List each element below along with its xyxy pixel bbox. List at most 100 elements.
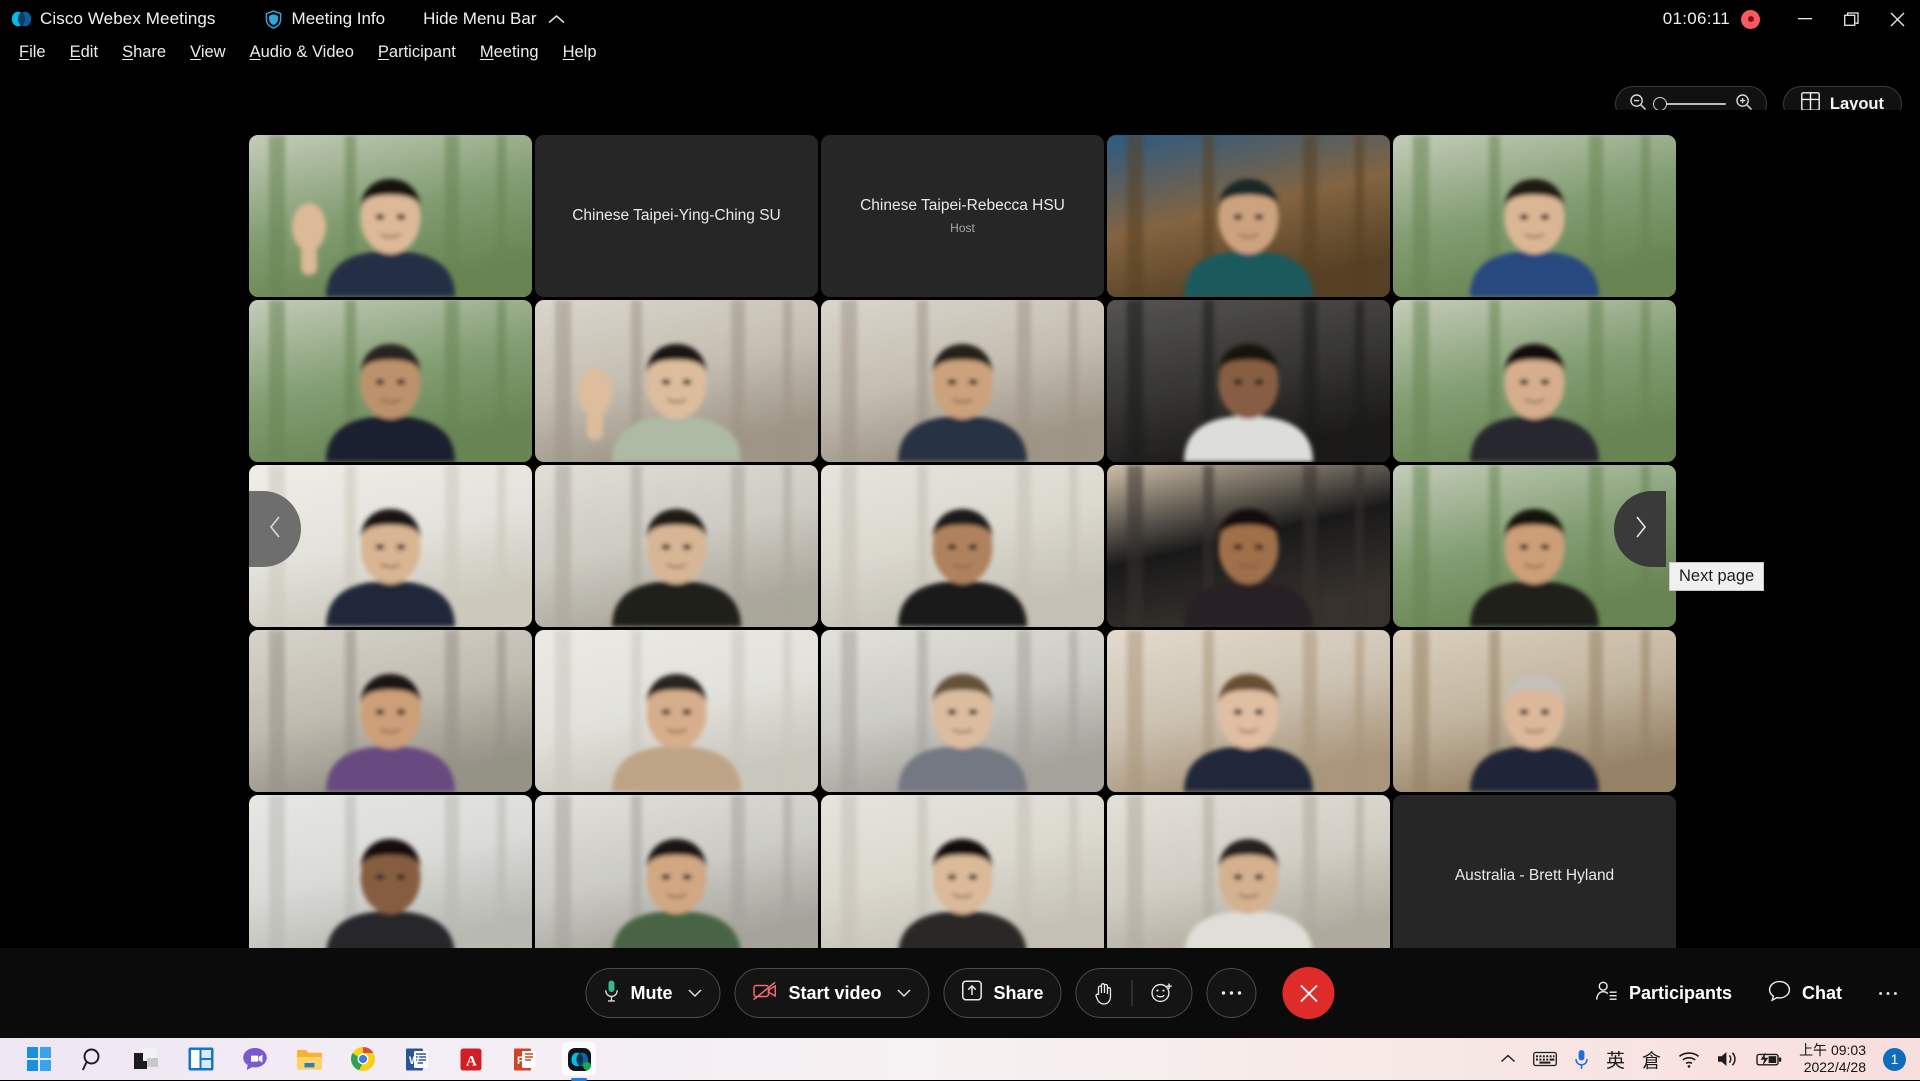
participant-tile[interactable] <box>1393 135 1676 297</box>
restore-button[interactable] <box>1828 0 1874 38</box>
participants-icon <box>1595 980 1618 1007</box>
participant-video <box>1107 135 1390 297</box>
participant-tile[interactable] <box>249 135 532 297</box>
mute-options-chevron-down-icon[interactable] <box>687 988 702 998</box>
ime-mode-indicator[interactable]: 英 <box>1606 1046 1625 1073</box>
participant-tile[interactable] <box>1107 300 1390 462</box>
menu-help[interactable]: Help <box>552 41 608 64</box>
powerpoint-button[interactable]: P <box>508 1042 542 1076</box>
raise-hand-button[interactable] <box>1077 968 1132 1018</box>
video-stage: Chinese Taipei-Ying-Ching SU Chinese Taip… <box>0 110 1920 957</box>
webex-button[interactable] <box>562 1042 596 1081</box>
participant-tile[interactable] <box>821 300 1104 462</box>
ime-method-indicator[interactable]: 倉 <box>1642 1046 1661 1073</box>
participant-tile[interactable]: Chinese Taipei-Rebecca HSU Host <box>821 135 1104 297</box>
chat-label: Chat <box>1802 982 1842 1003</box>
system-tray: 英 倉 上午 09:03 2022/4/28 1 <box>1500 1042 1906 1076</box>
participant-video <box>535 630 818 792</box>
menu-meeting[interactable]: Meeting <box>469 41 550 64</box>
menu-audio-video[interactable]: Audio & Video <box>239 41 365 64</box>
participant-tile[interactable] <box>249 630 532 792</box>
participant-video <box>249 300 532 462</box>
participant-name: Chinese Taipei-Ying-Ching SU <box>572 207 781 224</box>
volume-icon[interactable] <box>1717 1050 1739 1068</box>
chevron-up-icon <box>547 14 566 25</box>
participant-tile[interactable] <box>1107 630 1390 792</box>
participant-tile[interactable] <box>821 795 1104 957</box>
close-button[interactable] <box>1874 0 1920 38</box>
more-panels-button[interactable] <box>1878 991 1898 996</box>
menu-view[interactable]: View <box>179 41 236 64</box>
menu-share[interactable]: Share <box>111 41 177 64</box>
participant-tile[interactable] <box>1393 630 1676 792</box>
participant-video <box>535 465 818 627</box>
share-screen-icon <box>962 980 983 1006</box>
participant-tile[interactable] <box>821 465 1104 627</box>
end-meeting-button[interactable] <box>1282 967 1335 1019</box>
participant-tile[interactable]: Australia - Brett Hyland <box>1393 795 1676 957</box>
chat-button[interactable]: Chat <box>1768 980 1842 1007</box>
participant-tile[interactable] <box>535 465 818 627</box>
participant-video <box>821 795 1104 957</box>
mute-label: Mute <box>630 982 673 1003</box>
participant-tile[interactable] <box>1107 135 1390 297</box>
menu-participant[interactable]: Participant <box>367 41 467 64</box>
participant-video <box>821 630 1104 792</box>
participants-button[interactable]: Participants <box>1595 980 1732 1007</box>
participant-tile[interactable] <box>821 630 1104 792</box>
participant-video <box>1107 630 1390 792</box>
participant-video <box>1393 300 1676 462</box>
touch-keyboard-icon[interactable] <box>1533 1051 1557 1067</box>
wifi-icon[interactable] <box>1678 1051 1700 1068</box>
start-button[interactable] <box>22 1042 56 1076</box>
app-title: Cisco Webex Meetings <box>40 9 216 28</box>
notification-badge[interactable]: 1 <box>1883 1047 1906 1071</box>
battery-charging-icon[interactable] <box>1756 1051 1782 1067</box>
clock-date: 2022/4/28 <box>1803 1059 1866 1075</box>
participant-tile[interactable] <box>1393 300 1676 462</box>
minimize-button[interactable] <box>1782 0 1828 38</box>
zoom-slider-track[interactable] <box>1652 97 1726 111</box>
video-options-chevron-down-icon[interactable] <box>897 988 912 998</box>
participant-tile[interactable]: Chinese Taipei-Ying-Ching SU <box>535 135 818 297</box>
menu-edit[interactable]: Edit <box>59 41 109 64</box>
teams-chat-button[interactable] <box>238 1042 272 1076</box>
acrobat-reader-button[interactable]: A <box>454 1042 488 1076</box>
tray-microphone-icon[interactable] <box>1574 1049 1589 1070</box>
meeting-info-label: Meeting Info <box>291 9 386 28</box>
chrome-button[interactable] <box>346 1042 380 1076</box>
participant-tile[interactable] <box>535 300 818 462</box>
meeting-timer: 01:06:11 <box>1662 9 1730 28</box>
recording-indicator-icon[interactable] <box>1741 9 1760 29</box>
clock[interactable]: 上午 09:03 2022/4/28 <box>1799 1042 1866 1076</box>
participant-video <box>1393 135 1676 297</box>
participant-tile[interactable] <box>1107 795 1390 957</box>
widgets-button[interactable] <box>184 1042 218 1076</box>
mute-button[interactable]: Mute <box>585 968 721 1018</box>
search-button[interactable] <box>76 1042 110 1076</box>
file-explorer-button[interactable] <box>292 1042 326 1076</box>
reactions-button[interactable] <box>1133 968 1192 1018</box>
meeting-info-button[interactable]: Meeting Info <box>256 9 386 29</box>
zoom-slider-knob[interactable] <box>1652 97 1667 111</box>
task-view-button[interactable] <box>130 1042 164 1076</box>
share-button[interactable]: Share <box>943 968 1062 1018</box>
participant-video <box>1107 465 1390 627</box>
participant-tile[interactable] <box>535 630 818 792</box>
participant-tile[interactable] <box>249 300 532 462</box>
menu-file[interactable]: File <box>8 41 57 64</box>
tray-overflow-chevron-up-icon[interactable] <box>1500 1054 1516 1064</box>
participant-tile[interactable] <box>249 795 532 957</box>
word-button[interactable]: W <box>400 1042 434 1076</box>
clock-time: 上午 09:03 <box>1799 1041 1866 1058</box>
more-options-button[interactable] <box>1206 968 1257 1018</box>
share-label: Share <box>993 982 1044 1003</box>
participant-video <box>249 795 532 957</box>
hide-menu-bar-button[interactable]: Hide Menu Bar <box>423 9 565 29</box>
start-video-button[interactable]: Start video <box>734 968 930 1018</box>
hide-menu-bar-label: Hide Menu Bar <box>423 9 537 28</box>
participant-tile[interactable] <box>1107 465 1390 627</box>
svg-text:A: A <box>466 1053 477 1069</box>
participant-name: Chinese Taipei-Rebecca HSU <box>860 197 1065 214</box>
participant-tile[interactable] <box>535 795 818 957</box>
